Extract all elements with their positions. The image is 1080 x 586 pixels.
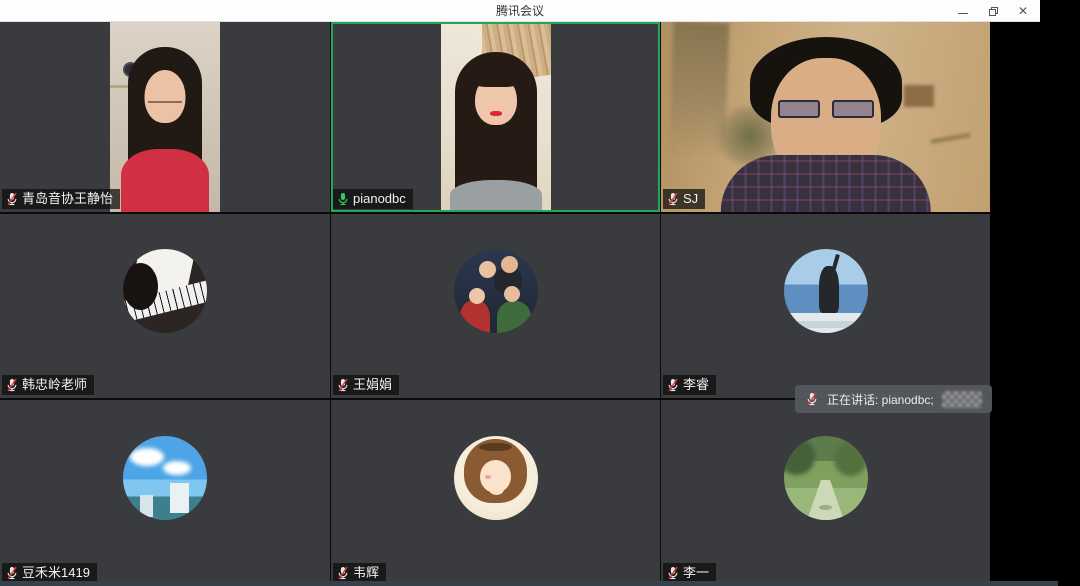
video-grid: 青岛音协王静怡 pianodbc — [0, 22, 990, 586]
participant-tile-weihui[interactable]: 韦辉 — [331, 400, 660, 586]
mic-muted-icon — [666, 192, 680, 206]
mic-active-icon — [336, 192, 350, 206]
now-speaking-toast: 正在讲话: pianodbc; — [795, 385, 992, 413]
stepping-stone-decor — [819, 505, 832, 510]
painting-house-decor — [904, 85, 934, 108]
participant-avatar — [784, 249, 868, 333]
painting-branch-decor — [931, 102, 970, 178]
tree-decor — [834, 443, 868, 477]
window-controls: ✕ — [948, 0, 1038, 22]
participant-name-label: 韩忠岭老师 — [2, 375, 94, 395]
participant-name-label: 豆禾米1419 — [2, 563, 97, 583]
participant-name-label: 李一 — [663, 563, 716, 583]
face-decor — [501, 256, 518, 273]
participant-name-label: SJ — [663, 189, 705, 209]
participant-name: 李一 — [683, 566, 709, 580]
red-clothing-decor — [460, 300, 490, 334]
person-glasses-left — [778, 100, 820, 118]
participant-name-label: pianodbc — [333, 189, 413, 209]
participant-tile-liyi[interactable]: 李一 — [661, 400, 990, 586]
participant-avatar — [784, 436, 868, 520]
green-clothing-decor — [497, 301, 531, 333]
participant-name-label: 李睿 — [663, 375, 716, 395]
participant-tile-sj[interactable]: SJ — [661, 22, 990, 212]
now-speaking-text: 正在讲话: pianodbc; — [827, 391, 934, 408]
cloud-decor — [163, 461, 191, 475]
participant-name: pianodbc — [353, 192, 406, 206]
participant-avatar — [454, 436, 538, 520]
tree-decor — [784, 438, 816, 475]
person-body — [720, 155, 931, 212]
person-lips — [490, 111, 502, 116]
participant-name: 豆禾米1419 — [22, 566, 90, 580]
participant-video — [661, 22, 990, 212]
garden-path-decor — [807, 480, 844, 520]
window-bottom-edge — [0, 581, 1058, 586]
participant-name: 韦辉 — [353, 566, 379, 580]
headband-decor — [479, 443, 513, 451]
participant-tile-qingdao-wangjingyi[interactable]: 青岛音协王静怡 — [0, 22, 330, 212]
screenshot-root: 腾讯会议 ✕ 青岛音协王静怡 — [0, 0, 1080, 586]
mic-muted-icon — [336, 378, 350, 392]
restore-icon — [989, 7, 998, 16]
mic-muted-icon — [336, 566, 350, 580]
participant-name: SJ — [683, 192, 698, 206]
person-body — [450, 180, 542, 212]
person-glasses — [148, 94, 182, 103]
minimize-icon — [958, 13, 968, 14]
mic-muted-icon — [805, 392, 819, 406]
restore-icon-front — [989, 9, 996, 16]
participant-name: 王娟娟 — [353, 378, 392, 392]
participant-avatar — [123, 249, 207, 333]
participant-tile-hanzhongling[interactable]: 韩忠岭老师 — [0, 214, 330, 398]
hand-decor — [489, 483, 504, 495]
participant-video — [110, 22, 220, 212]
participant-avatar — [454, 249, 538, 333]
participant-video — [441, 22, 551, 212]
mic-muted-icon — [666, 566, 680, 580]
mic-muted-icon — [5, 192, 19, 206]
restore-button[interactable] — [978, 0, 1008, 22]
minimize-button[interactable] — [948, 0, 978, 22]
participant-tile-pianodbc[interactable]: pianodbc — [331, 22, 660, 212]
mic-muted-icon — [5, 566, 19, 580]
mic-muted-icon — [5, 378, 19, 392]
ledge-decor — [784, 321, 868, 329]
participant-tile-lirui[interactable]: 李睿 — [661, 214, 990, 398]
figure-silhouette-decor — [819, 266, 839, 313]
participant-name: 李睿 — [683, 378, 709, 392]
participant-name-label: 王娟娟 — [333, 375, 399, 395]
person-bangs — [473, 71, 519, 87]
mic-muted-icon — [666, 378, 680, 392]
participant-tile-wangjuanjuan[interactable]: 王娟娟 — [331, 214, 660, 398]
face-decor — [504, 286, 520, 302]
face-decor — [469, 288, 485, 304]
building-decor — [170, 483, 188, 513]
person-glasses-right — [832, 100, 874, 118]
participant-avatar — [123, 436, 207, 520]
participant-tile-douhemi1419[interactable]: 豆禾米1419 — [0, 400, 330, 586]
person-body — [121, 149, 209, 212]
participant-name: 青岛音协王静怡 — [22, 192, 113, 206]
close-button[interactable]: ✕ — [1008, 0, 1038, 22]
building-decor — [140, 495, 153, 517]
face-decor — [479, 261, 496, 278]
participant-name: 韩忠岭老师 — [22, 378, 87, 392]
window-titlebar: 腾讯会议 ✕ — [0, 0, 1040, 22]
participant-name-label: 青岛音协王静怡 — [2, 189, 120, 209]
blush-decor — [485, 475, 491, 479]
cloud-decor — [130, 448, 164, 466]
participant-name-label: 韦辉 — [333, 563, 386, 583]
censored-name-blur — [942, 391, 982, 408]
window-title: 腾讯会议 — [0, 2, 1040, 19]
